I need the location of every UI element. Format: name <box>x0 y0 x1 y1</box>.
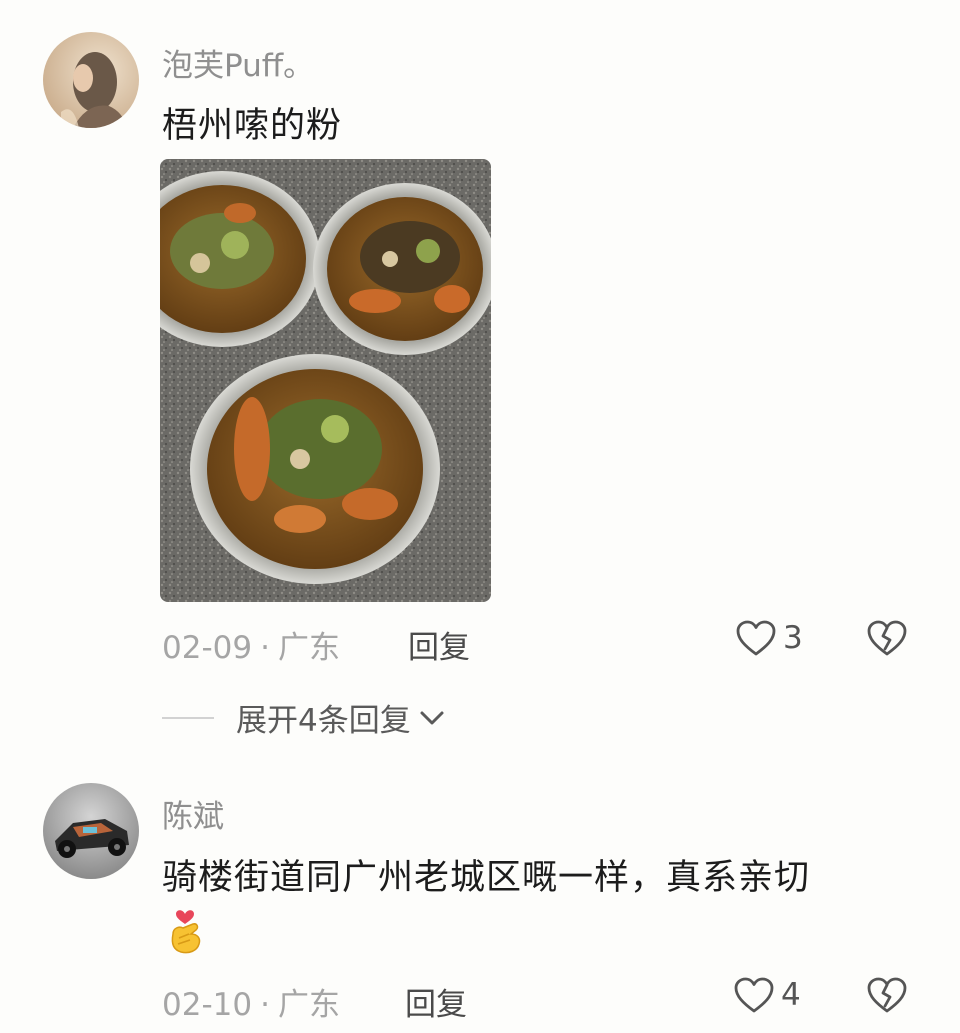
comment-text: 梧州嗦的粉 <box>162 106 343 146</box>
reply-button[interactable]: 回复 <box>408 622 470 667</box>
username[interactable]: 陈斌 <box>162 791 224 836</box>
comment-photo[interactable] <box>160 159 491 602</box>
username[interactable]: 泡芙Puff。 <box>162 40 314 85</box>
comment-location: 广东 <box>277 630 340 666</box>
chevron-down-icon <box>420 711 444 724</box>
comment-meta: 02-09 · 广东 <box>162 622 340 667</box>
user-avatar[interactable] <box>43 32 139 128</box>
expand-replies-button[interactable]: 展开4条回复 <box>162 695 447 740</box>
expand-replies-label: 展开4条回复 <box>236 703 411 739</box>
expand-divider-line <box>162 716 214 719</box>
heart-icon <box>734 977 774 1013</box>
meta-separator: · <box>260 630 270 666</box>
noodle-bowls-photo-icon <box>160 159 491 602</box>
comment-location: 广东 <box>277 987 340 1023</box>
user-avatar[interactable] <box>43 783 139 879</box>
comment-text: 骑楼街道同广州老城区嘅一样，真系亲切 <box>162 858 811 898</box>
reply-button[interactable]: 回复 <box>405 979 467 1024</box>
comment-meta: 02-10 · 广东 <box>162 979 340 1024</box>
finger-heart-emoji-icon <box>163 904 209 960</box>
woman-portrait-avatar-icon <box>43 32 139 128</box>
meta-separator: · <box>260 987 270 1023</box>
toy-car-avatar-icon <box>43 783 139 879</box>
comment-date: 02-10 <box>162 987 253 1023</box>
like-count: 3 <box>783 620 803 656</box>
like-button[interactable]: 4 <box>733 976 801 1014</box>
dislike-button[interactable] <box>866 976 908 1018</box>
like-button[interactable]: 3 <box>735 619 803 657</box>
like-count: 4 <box>781 977 801 1013</box>
comment-date: 02-09 <box>162 630 253 666</box>
broken-heart-icon <box>867 620 907 656</box>
dislike-button[interactable] <box>866 619 908 661</box>
broken-heart-icon <box>867 977 907 1013</box>
heart-icon <box>736 620 776 656</box>
